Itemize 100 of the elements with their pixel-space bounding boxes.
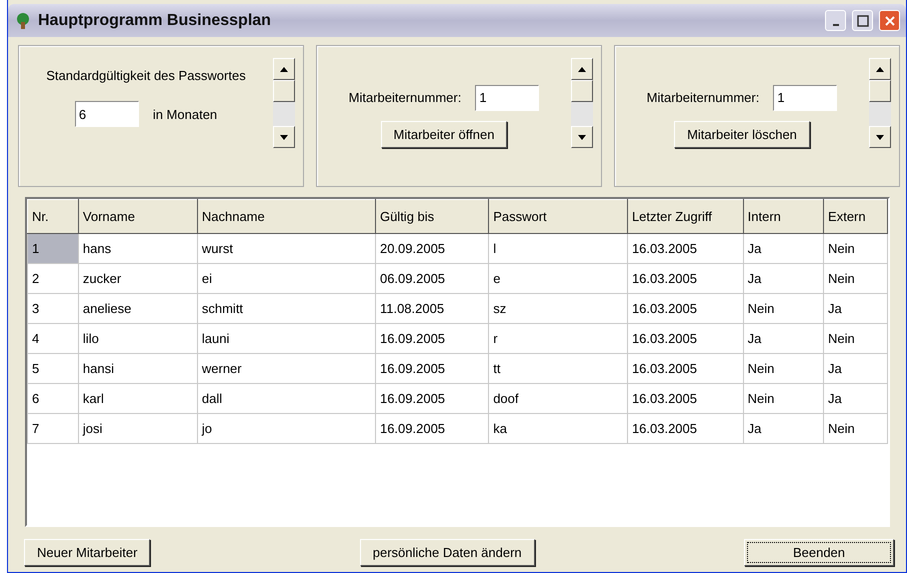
action-button[interactable]: Neuer Mitarbeiter — [24, 539, 150, 566]
scroll-thumb[interactable] — [571, 80, 593, 102]
scrollbar[interactable] — [571, 58, 593, 148]
table-cell: 1 — [28, 234, 78, 264]
scroll-down-button[interactable] — [571, 126, 593, 148]
unit-label: in Monaten — [152, 106, 218, 122]
down-arrow-icon — [280, 134, 288, 140]
table-cell: Ja — [743, 264, 824, 294]
table-cell: tt — [488, 354, 628, 384]
table-cell: lilo — [78, 324, 198, 354]
column-header[interactable]: Nachname — [197, 200, 376, 234]
table-cell: Ja — [824, 384, 888, 414]
table-cell: 2 — [28, 264, 78, 294]
scrollbar[interactable] — [273, 58, 295, 148]
up-arrow-icon — [280, 66, 288, 72]
column-header[interactable]: Letzter Zugriff — [627, 200, 744, 234]
table-cell: ka — [488, 414, 628, 444]
table-cell: ei — [197, 264, 376, 294]
table-cell: dall — [197, 384, 376, 414]
input-field[interactable]: 6 — [74, 101, 139, 127]
maximize-button[interactable] — [852, 10, 873, 31]
field-label: Standardgültigkeit des Passwortes — [46, 68, 246, 83]
tree-icon — [14, 12, 32, 30]
table-cell: 06.09.2005 — [375, 264, 489, 294]
table-cell: Nein — [824, 324, 888, 354]
table-cell: Nein — [743, 384, 824, 414]
table-cell: werner — [197, 354, 376, 384]
table-cell: karl — [78, 384, 198, 414]
table-cell: 6 — [28, 384, 78, 414]
table-cell: 16.03.2005 — [627, 324, 744, 354]
table-cell: hansi — [78, 354, 198, 384]
table-cell: Nein — [824, 264, 888, 294]
column-header[interactable]: Gültig bis — [375, 200, 489, 234]
table-cell: jo — [197, 414, 376, 444]
window-title: Hauptprogramm Businessplan — [38, 12, 272, 30]
table-cell: 16.03.2005 — [627, 264, 744, 294]
table-cell: 16.09.2005 — [375, 354, 489, 384]
scroll-thumb[interactable] — [273, 80, 295, 102]
table-cell: 16.09.2005 — [375, 324, 489, 354]
table-cell: 5 — [28, 354, 78, 384]
maximize-icon — [856, 14, 868, 26]
scroll-up-button[interactable] — [869, 58, 891, 80]
table-cell: Ja — [824, 294, 888, 324]
up-arrow-icon — [578, 66, 586, 72]
table-cell: 3 — [28, 294, 78, 324]
table-cell: Ja — [743, 414, 824, 444]
input-field[interactable]: 1 — [475, 84, 540, 110]
table-cell: doof — [488, 384, 628, 414]
down-arrow-icon — [578, 134, 586, 140]
table-cell: 20.09.2005 — [375, 234, 489, 264]
scrollbar[interactable] — [869, 58, 891, 148]
table-cell: launi — [197, 324, 376, 354]
table-cell: Nein — [743, 294, 824, 324]
up-arrow-icon — [876, 66, 884, 72]
table-cell: 16.03.2005 — [627, 384, 744, 414]
scroll-up-button[interactable] — [571, 58, 593, 80]
table-cell: 4 — [28, 324, 78, 354]
minimize-button[interactable] — [825, 10, 846, 31]
column-header[interactable]: Nr. — [28, 200, 78, 234]
table-cell: 16.03.2005 — [627, 234, 744, 264]
table-cell: Nein — [824, 414, 888, 444]
down-arrow-icon — [876, 134, 884, 140]
scroll-down-button[interactable] — [869, 126, 891, 148]
table-cell: Ja — [824, 354, 888, 384]
close-icon — [884, 14, 896, 26]
table-cell: 11.08.2005 — [375, 294, 489, 324]
column-header[interactable]: Extern — [824, 200, 888, 234]
table-cell: Ja — [743, 234, 824, 264]
field-label: Mitarbeiternummer: — [646, 90, 760, 105]
column-header[interactable]: Intern — [743, 200, 824, 234]
table-cell: 16.09.2005 — [375, 414, 489, 444]
table-cell: r — [488, 324, 628, 354]
action-button[interactable]: Mitarbeiter öffnen — [380, 120, 508, 148]
action-button[interactable]: Beenden — [744, 539, 894, 566]
table-cell: zucker — [78, 264, 198, 294]
input-field[interactable]: 1 — [773, 84, 838, 110]
table-cell: schmitt — [197, 294, 376, 324]
table-cell: Nein — [743, 354, 824, 384]
column-header[interactable]: Vorname — [78, 200, 198, 234]
minimize-icon — [832, 24, 838, 26]
table-cell: 16.09.2005 — [375, 384, 489, 414]
table-cell: wurst — [197, 234, 376, 264]
table-cell: l — [488, 234, 628, 264]
table-cell: 7 — [28, 414, 78, 444]
column-header[interactable]: Passwort — [488, 200, 628, 234]
table-cell: Nein — [824, 234, 888, 264]
table-cell: josi — [78, 414, 198, 444]
table-cell: 16.03.2005 — [627, 294, 744, 324]
scroll-thumb[interactable] — [869, 80, 891, 102]
field-label: Mitarbeiternummer: — [348, 90, 462, 105]
close-button[interactable] — [879, 10, 900, 31]
scroll-up-button[interactable] — [273, 58, 295, 80]
table-cell: 16.03.2005 — [627, 354, 744, 384]
table-cell: Ja — [743, 324, 824, 354]
action-button[interactable]: Mitarbeiter löschen — [674, 120, 810, 148]
table-cell: 16.03.2005 — [627, 414, 744, 444]
action-button[interactable]: persönliche Daten ändern — [360, 539, 535, 566]
table-cell: e — [488, 264, 628, 294]
scroll-down-button[interactable] — [273, 126, 295, 148]
table-cell: sz — [488, 294, 628, 324]
